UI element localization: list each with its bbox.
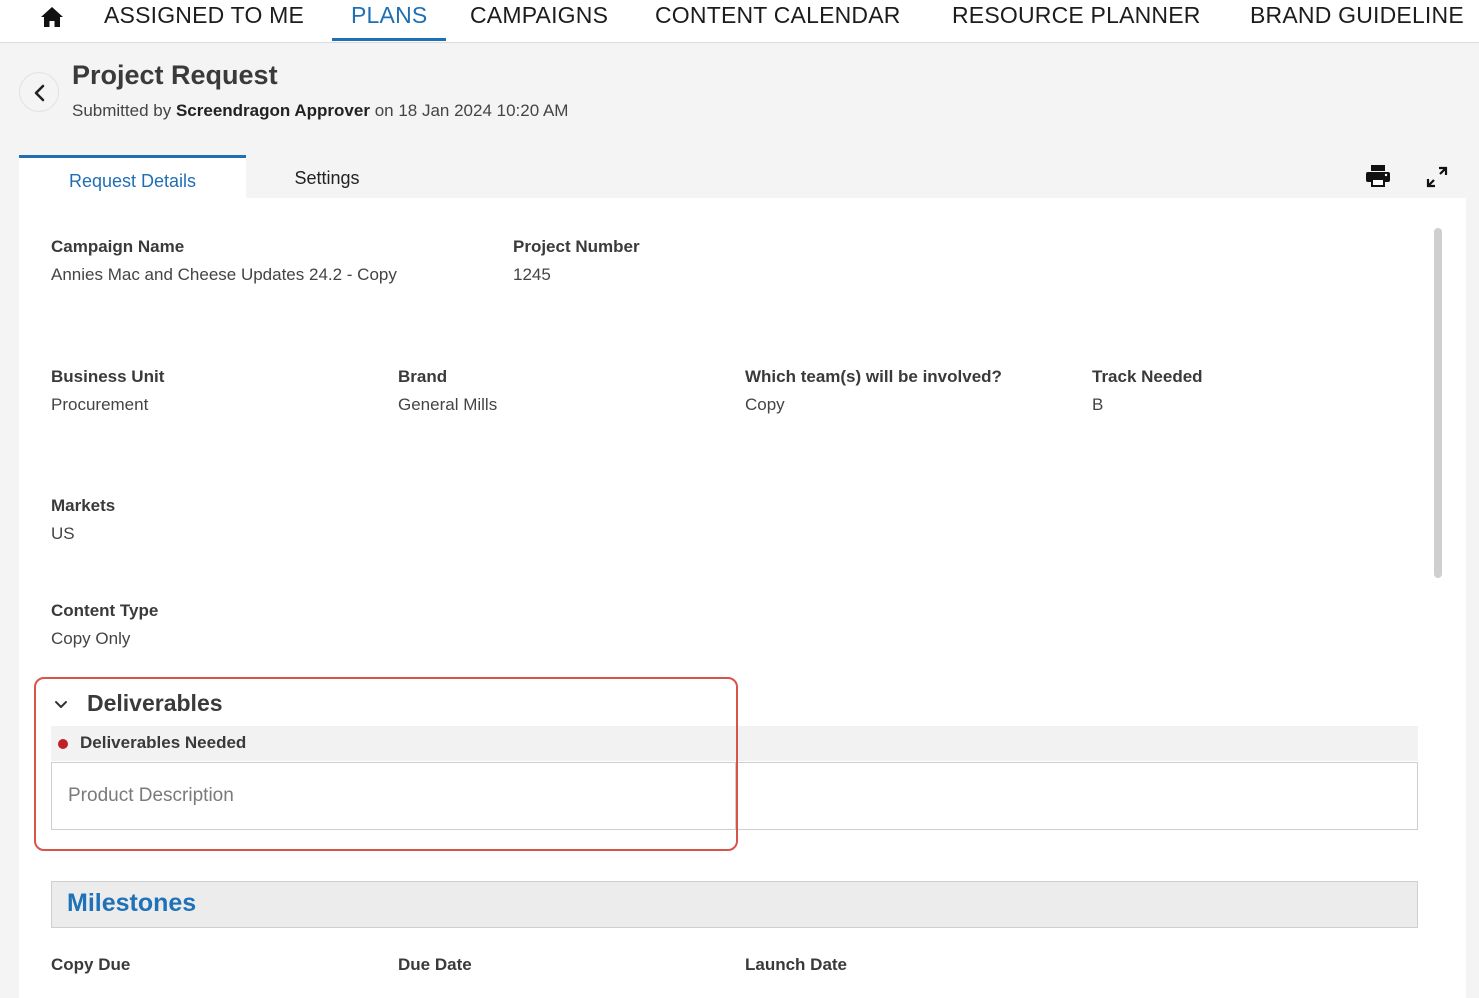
highlight-annotation [34,677,738,851]
track-needed-label: Track Needed [1092,367,1203,386]
submitted-by: Screendragon Approver [175,101,370,120]
due-date-label: Due Date [398,955,472,974]
scrollbar-thumb[interactable] [1434,228,1442,578]
back-button[interactable] [19,72,59,112]
brand-value: General Mills [398,395,498,414]
business-unit-label: Business Unit [51,367,165,386]
nav-item-resource-planner[interactable]: RESOURCE PLANNER [952,0,1201,40]
home-icon[interactable] [40,6,64,28]
nav-item-brand-guidelines[interactable]: BRAND GUIDELINE [1250,0,1464,40]
submitted-prefix: Submitted by [72,101,172,120]
business-unit-value: Procurement [51,395,149,414]
markets-value: US [51,524,75,543]
request-details-panel [19,198,1466,998]
milestones-title: Milestones [67,889,197,917]
copy-due-label: Copy Due [51,955,131,974]
teams-value: Copy [745,395,785,414]
teams-label: Which team(s) will be involved? [745,367,1002,386]
submitted-on: on 18 Jan 2024 10:20 AM [374,101,569,120]
content-type-label: Content Type [51,601,159,620]
nav-item-plans[interactable]: PLANS [332,0,447,41]
expand-icon[interactable] [1425,165,1449,189]
nav-item-content-calendar[interactable]: CONTENT CALENDAR [655,0,901,40]
track-needed-value: B [1092,395,1104,414]
tab-settings[interactable]: Settings [246,155,408,199]
project-number-label: Project Number [513,237,640,256]
markets-label: Markets [51,496,116,515]
chevron-left-icon [34,84,45,102]
submitted-info: Submitted by Screendragon Approver on 18… [72,101,568,121]
launch-date-label: Launch Date [745,955,848,974]
milestones-header[interactable] [51,881,1418,928]
tab-request-details[interactable]: Request Details [19,155,246,199]
top-nav: ASSIGNED TO ME PLANS CAMPAIGNS CONTENT C… [0,0,1479,43]
nav-item-campaigns[interactable]: CAMPAIGNS [470,0,608,40]
print-icon[interactable] [1365,164,1391,188]
project-number-value: 1245 [513,265,551,284]
campaign-name-value: Annies Mac and Cheese Updates 24.2 - Cop… [51,265,397,284]
page-title: Project Request [72,60,278,90]
nav-item-assigned-to-me[interactable]: ASSIGNED TO ME [104,0,304,40]
campaign-name-label: Campaign Name [51,237,185,256]
brand-label: Brand [398,367,448,386]
content-type-value: Copy Only [51,629,131,648]
